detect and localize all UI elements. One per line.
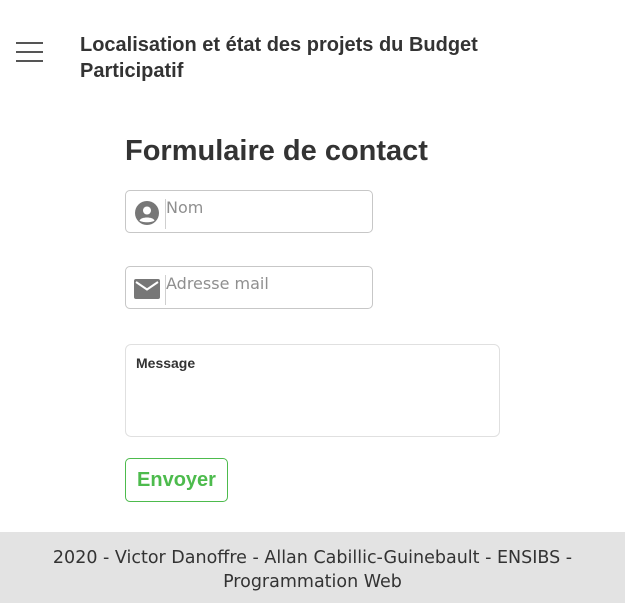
- message-field[interactable]: Message: [125, 344, 500, 437]
- footer: 2020 - Victor Danoffre - Allan Cabillic-…: [0, 532, 625, 603]
- email-input[interactable]: [166, 271, 366, 295]
- mail-icon: [134, 279, 160, 299]
- menu-bar-line: [16, 42, 43, 44]
- message-textarea[interactable]: [136, 377, 488, 429]
- footer-line-1: 2020 - Victor Danoffre - Allan Cabillic-…: [52, 548, 573, 568]
- page-title: Formulaire de contact: [125, 135, 428, 167]
- user-icon: [135, 201, 159, 225]
- site-title: Localisation et état des projets du Budg…: [80, 32, 600, 84]
- site-title-line-1: Localisation et état des projets du Budg…: [80, 34, 478, 56]
- menu-bar-line: [16, 60, 43, 62]
- hamburger-menu-icon[interactable]: [16, 42, 43, 62]
- footer-line-2: Programmation Web: [223, 572, 402, 592]
- name-input[interactable]: [166, 195, 366, 219]
- email-field[interactable]: [125, 266, 373, 309]
- send-button[interactable]: Envoyer: [125, 458, 228, 502]
- menu-bar-line: [16, 51, 43, 53]
- site-title-line-2: Participatif: [80, 60, 184, 82]
- name-field[interactable]: [125, 190, 373, 233]
- message-label: Message: [136, 355, 196, 371]
- header: Localisation et état des projets du Budg…: [0, 0, 625, 100]
